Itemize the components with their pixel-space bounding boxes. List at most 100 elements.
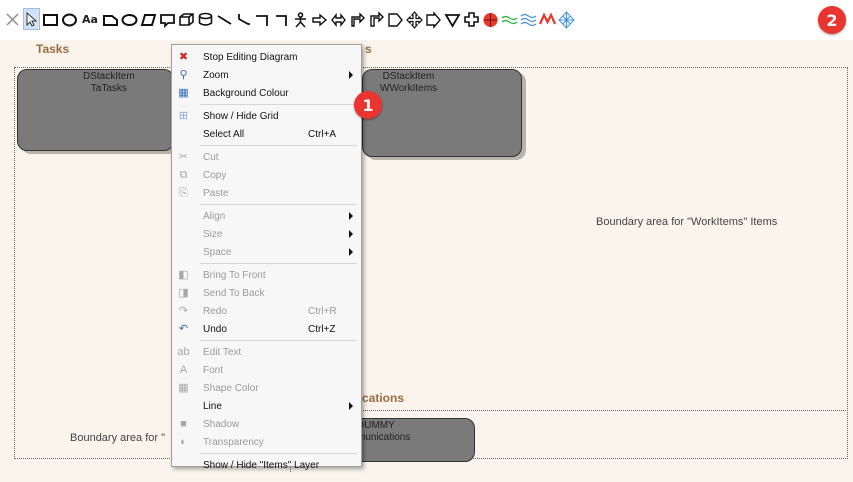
background-colour-icon: ▦	[178, 87, 189, 99]
menu-item-align[interactable]: Align	[172, 207, 361, 225]
submenu-arrow-icon	[349, 248, 353, 256]
menu-item-label: Shape Color	[203, 382, 259, 394]
layer-title-tasks: Tasks	[36, 42, 70, 56]
menu-separator	[200, 453, 357, 454]
arrow-right-tool-icon[interactable]	[311, 8, 328, 30]
undo-icon: ↶	[178, 323, 189, 335]
menu-item-edit-text[interactable]: ab Edit Text	[172, 343, 361, 361]
menu-item-stop-editing-diagram[interactable]: ✖ Stop Editing Diagram	[172, 48, 361, 66]
menu-item-show-hide-grid[interactable]: ⊞ Show / Hide Grid	[172, 107, 361, 125]
cube-tool-icon[interactable]	[178, 8, 195, 30]
menu-item-transparency[interactable]: ◐ Transparency	[172, 433, 361, 451]
swimlane-comms-line1: DUMMY	[357, 420, 395, 431]
menu-item-paste[interactable]: ⎘ Paste	[172, 184, 361, 202]
menu-separator	[200, 204, 357, 205]
menu-item-label: Paste	[203, 187, 229, 199]
submenu-arrow-icon	[349, 212, 353, 220]
actor-tool-icon[interactable]	[292, 8, 309, 30]
menu-item-label: Shadow	[203, 418, 240, 430]
swimlane-tasks-label: DStackItem TaTasks	[83, 71, 135, 95]
menu-item-label: Redo	[203, 305, 227, 317]
corner-connector-tool-icon[interactable]	[273, 8, 290, 30]
close-tool-icon[interactable]	[4, 8, 21, 30]
menu-item-show-hide-items-layer[interactable]: Show / Hide "Items" Layer	[172, 456, 361, 474]
menu-item-select-all[interactable]: Select All Ctrl+A	[172, 125, 361, 143]
menu-item-label: Transparency	[203, 436, 264, 448]
mesh-tool-icon[interactable]	[558, 8, 575, 30]
cross-tool-icon[interactable]	[463, 8, 480, 30]
quad-arrow-tool-icon[interactable]	[406, 8, 423, 30]
copy-icon: ⧉	[179, 169, 188, 181]
rectangle-tool-icon[interactable]	[42, 8, 59, 30]
shadow-icon: ■	[180, 418, 187, 430]
pentagon-arrow-tool-icon[interactable]	[387, 8, 404, 30]
menu-item-label: Font	[203, 364, 224, 376]
paste-icon: ⎘	[179, 187, 188, 199]
menu-item-zoom[interactable]: ⚲ Zoom	[172, 66, 361, 84]
swimlane-workitems-line1: DStackItem	[382, 71, 435, 82]
menu-item-space[interactable]: Space	[172, 243, 361, 261]
rounded-rect-tool-icon[interactable]	[102, 8, 119, 30]
zigzag-tool-icon[interactable]	[538, 8, 557, 30]
menu-item-line[interactable]: Line	[172, 397, 361, 415]
target-tool-icon[interactable]	[482, 8, 499, 30]
block-arrow-tool-icon[interactable]	[425, 8, 442, 30]
pointer-tool-icon[interactable]	[23, 8, 40, 30]
menu-item-label: Zoom	[203, 69, 229, 81]
ellipse-tool-icon[interactable]	[61, 8, 78, 30]
triangle-tool-icon[interactable]	[444, 8, 461, 30]
bent-arrow-2-tool-icon[interactable]	[368, 8, 385, 30]
edit-text-icon: ab	[177, 346, 190, 358]
swimlane-comms-line2: munications	[357, 432, 411, 443]
parallelogram-tool-icon[interactable]	[140, 8, 157, 30]
menu-item-redo[interactable]: ↷ Redo Ctrl+R	[172, 302, 361, 320]
submenu-arrow-icon	[349, 230, 353, 238]
menu-item-size[interactable]: Size	[172, 225, 361, 243]
elbow-connector-tool-icon[interactable]	[254, 8, 271, 30]
oval-tool-icon[interactable]	[121, 8, 138, 30]
text-tool-icon[interactable]: Aa	[80, 8, 100, 30]
shape-color-icon: ▦	[178, 382, 189, 394]
bent-arrow-tool-icon[interactable]	[349, 8, 366, 30]
swimlane-tasks-line2: TaTasks	[90, 83, 127, 94]
menu-separator	[200, 104, 357, 105]
close-icon: ✖	[178, 51, 189, 63]
menu-item-shadow[interactable]: ■ Shadow	[172, 415, 361, 433]
diagram-canvas[interactable]: Tasks s DStackItem TaTasks DStackItem WW…	[0, 40, 853, 482]
connector-tool-icon[interactable]	[235, 8, 252, 30]
callout-tool-icon[interactable]	[159, 8, 176, 30]
submenu-arrow-icon	[349, 402, 353, 410]
menu-item-send-to-back[interactable]: ◨ Send To Back	[172, 284, 361, 302]
line-tool-icon[interactable]	[216, 8, 233, 30]
redo-icon: ↷	[178, 305, 189, 317]
wave-tool-icon[interactable]	[501, 8, 518, 30]
bring-to-front-icon: ◧	[178, 269, 189, 281]
menu-item-shortcut: Ctrl+A	[308, 128, 337, 140]
swimlane-tasks-line1: DStackItem	[83, 71, 135, 82]
context-menu: ✖ Stop Editing Diagram ⚲ Zoom ▦ Background Co…	[171, 44, 362, 471]
menu-item-label: Cut	[203, 151, 219, 163]
send-to-back-icon: ◨	[178, 287, 189, 299]
menu-item-undo[interactable]: ↶ Undo Ctrl+Z	[172, 320, 361, 338]
menu-separator	[200, 145, 357, 146]
menu-item-cut[interactable]: ✂ Cut	[172, 148, 361, 166]
menu-item-background-colour[interactable]: ▦ Background Colour	[172, 84, 361, 102]
layer-title-communications: cations	[362, 391, 405, 405]
triple-wave-tool-icon[interactable]	[520, 8, 537, 30]
menu-separator	[200, 263, 357, 264]
double-arrow-tool-icon[interactable]	[330, 8, 347, 30]
menu-item-bring-to-front[interactable]: ◧ Bring To Front	[172, 266, 361, 284]
menu-item-label: Copy	[203, 169, 227, 181]
menu-item-label: Background Colour	[203, 87, 289, 99]
boundary-label-workitems: Boundary area for "WorkItems" Items	[596, 216, 778, 228]
menu-item-copy[interactable]: ⧉ Copy	[172, 166, 361, 184]
menu-item-label: Bring To Front	[203, 269, 266, 281]
swimlane-workitems-line2: WWorkItems	[380, 83, 438, 94]
menu-item-label: Stop Editing Diagram	[203, 51, 298, 63]
cylinder-tool-icon[interactable]	[197, 8, 214, 30]
font-icon: A	[179, 364, 188, 376]
menu-item-shape-color[interactable]: ▦ Shape Color	[172, 379, 361, 397]
menu-item-font[interactable]: A Font	[172, 361, 361, 379]
menu-item-label: Undo	[203, 323, 227, 335]
swimlane-workitems-label: DStackItem WWorkItems	[380, 71, 437, 95]
